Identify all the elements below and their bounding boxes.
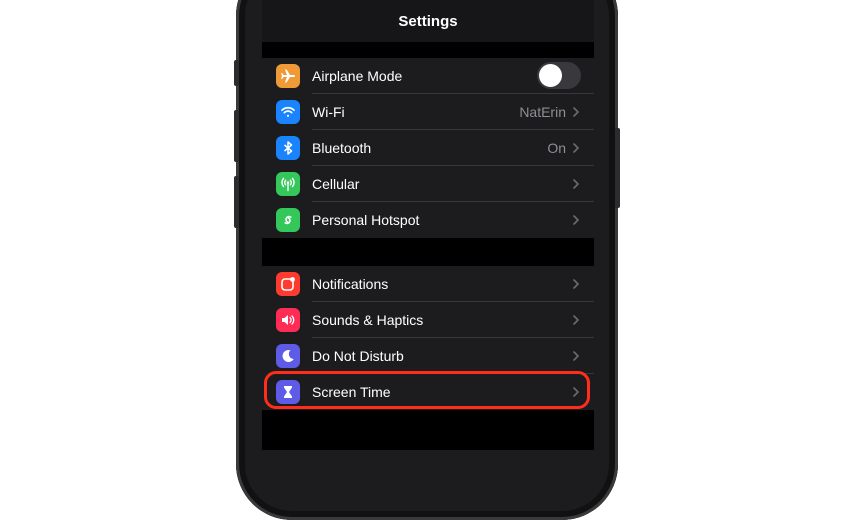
bluetooth-icon — [276, 136, 300, 160]
settings-row-label: Personal Hotspot — [312, 212, 420, 228]
notifications-icon — [276, 272, 300, 296]
chevron-right-icon — [573, 107, 579, 117]
chevron-right-icon — [573, 315, 579, 325]
settings-group-connectivity: Airplane Mode Wi-Fi NatErin Bluetooth On — [262, 58, 594, 238]
chevron-right-icon — [573, 279, 579, 289]
power-button — [615, 128, 620, 208]
settings-row-label: Bluetooth — [312, 140, 372, 156]
toggle-knob — [539, 64, 562, 87]
settings-row-label: Cellular — [312, 176, 360, 192]
settings-row-bluetooth[interactable]: Bluetooth On — [262, 130, 594, 166]
airplane-mode-toggle[interactable] — [537, 62, 581, 89]
settings-row-airplane-mode[interactable]: Airplane Mode — [262, 58, 594, 94]
settings-row-label: Sounds & Haptics — [312, 312, 424, 328]
nav-bar: Settings — [262, 0, 594, 42]
chevron-right-icon — [573, 351, 579, 361]
settings-row-do-not-disturb[interactable]: Do Not Disturb — [262, 338, 594, 374]
screen-time-highlight-outline — [264, 371, 590, 409]
airplane-icon — [276, 64, 300, 88]
wifi-network-value: NatErin — [519, 104, 566, 120]
volume-down-button — [234, 176, 239, 228]
settings-row-label: Wi-Fi — [312, 104, 345, 120]
settings-row-sounds-haptics[interactable]: Sounds & Haptics — [262, 302, 594, 338]
chevron-right-icon — [573, 179, 579, 189]
chevron-right-icon — [573, 215, 579, 225]
volume-up-button — [234, 110, 239, 162]
wifi-icon — [276, 100, 300, 124]
settings-row-notifications[interactable]: Notifications — [262, 266, 594, 302]
antenna-icon — [276, 172, 300, 196]
settings-row-label: Airplane Mode — [312, 68, 403, 84]
moon-icon — [276, 344, 300, 368]
chevron-right-icon — [573, 143, 579, 153]
settings-row-personal-hotspot[interactable]: Personal Hotspot — [262, 202, 594, 238]
settings-row-cellular[interactable]: Cellular — [262, 166, 594, 202]
settings-row-label: Notifications — [312, 276, 389, 292]
settings-row-label: Do Not Disturb — [312, 348, 404, 364]
bluetooth-status-value: On — [547, 140, 566, 156]
settings-row-wifi[interactable]: Wi-Fi NatErin — [262, 94, 594, 130]
speaker-icon — [276, 308, 300, 332]
page-title: Settings — [398, 12, 458, 30]
hotspot-icon — [276, 208, 300, 232]
silent-switch — [234, 60, 239, 86]
